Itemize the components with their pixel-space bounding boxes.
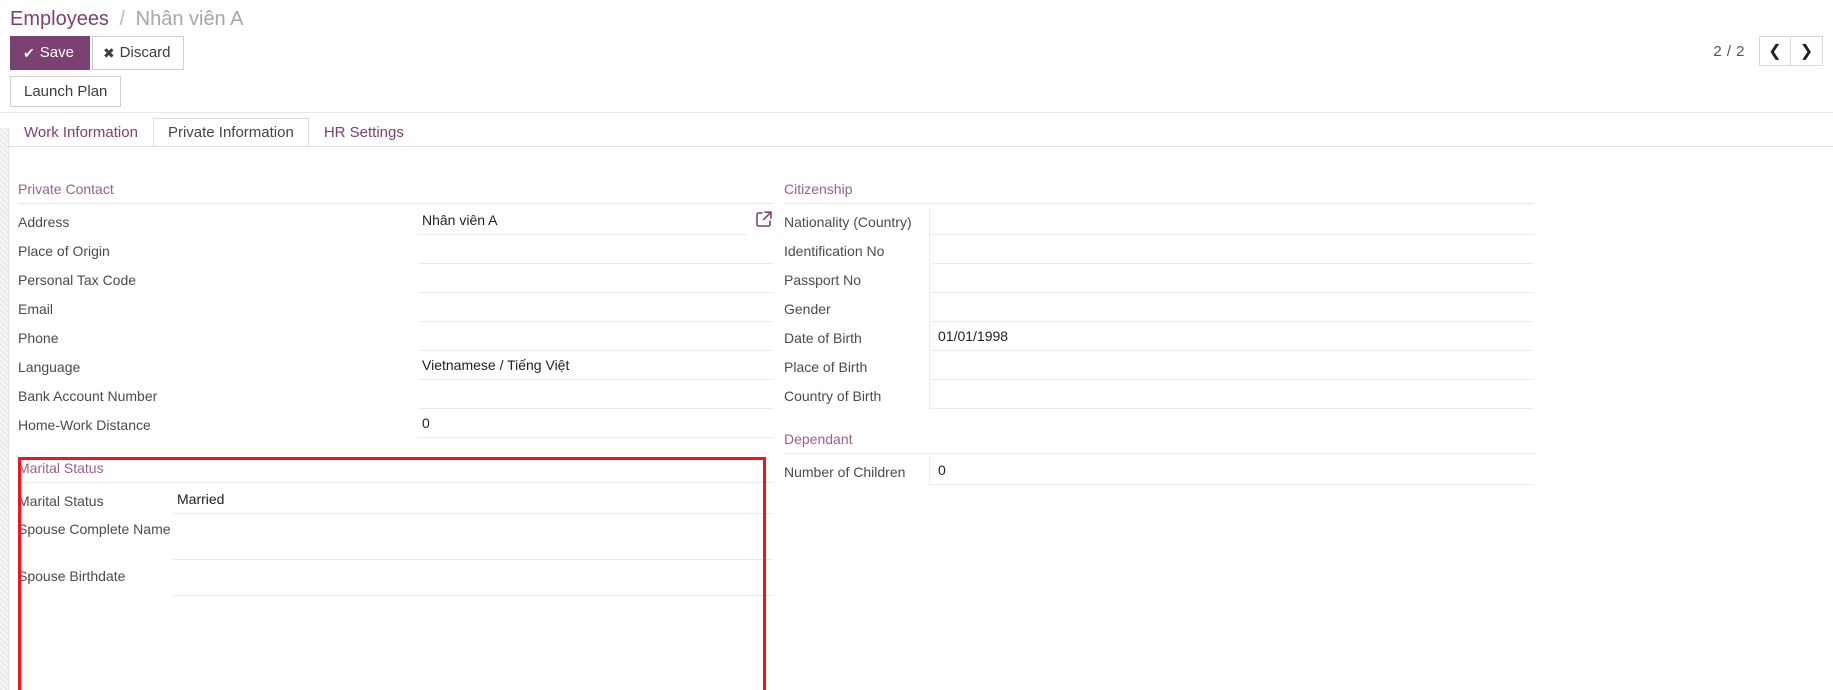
place-of-origin-input[interactable] <box>418 235 773 264</box>
country-of-birth-input[interactable] <box>929 380 1534 409</box>
field-label-spouse-birthdate: Spouse Birthdate <box>18 568 126 584</box>
field-row-personal-tax-code: Personal Tax Code <box>18 264 773 293</box>
field-row-identification-no: Identification No <box>784 235 1534 264</box>
tab-private-information[interactable]: Private Information <box>152 118 309 147</box>
breadcrumb-separator: / <box>119 8 126 30</box>
breadcrumb: Employees / Nhân viên A <box>10 7 243 31</box>
field-row-place-of-birth: Place of Birth <box>784 351 1534 380</box>
field-label-marital-status: Marital Status <box>18 493 104 509</box>
address-input[interactable]: Nhân viên A <box>418 206 747 235</box>
right-column: Citizenship Nationality (Country) Identi… <box>784 181 1534 485</box>
control-bar-divider <box>0 112 1833 113</box>
date-of-birth-input[interactable]: 01/01/1998 <box>929 322 1534 351</box>
number-of-children-input[interactable]: 0 <box>929 456 1534 485</box>
page-gutter-scrollbar[interactable] <box>0 128 9 690</box>
tab-hr-settings[interactable]: HR Settings <box>309 118 419 147</box>
personal-tax-code-input[interactable] <box>418 264 773 293</box>
field-label-place-of-origin: Place of Origin <box>18 243 110 259</box>
discard-button-label: Discard <box>119 44 171 61</box>
record-control-bar: ✔ Save ✖ Discard <box>10 36 184 70</box>
field-label-home-work-distance: Home-Work Distance <box>18 417 151 433</box>
email-input[interactable] <box>418 293 773 322</box>
passport-no-input[interactable] <box>929 264 1534 293</box>
action-button-row: Launch Plan <box>10 76 122 107</box>
field-row-phone: Phone <box>18 322 773 351</box>
home-work-distance-input[interactable]: 0 <box>418 409 773 438</box>
marital-status-select[interactable]: Married <box>173 485 773 514</box>
section-title-citizenship: Citizenship <box>784 181 1534 204</box>
breadcrumb-root-link[interactable]: Employees <box>10 8 109 30</box>
place-of-birth-input[interactable] <box>929 351 1534 380</box>
field-row-date-of-birth: Date of Birth 01/01/1998 <box>784 322 1534 351</box>
breadcrumb-current: Nhân viên A <box>135 8 244 30</box>
spouse-complete-name-input[interactable] <box>173 514 773 560</box>
field-label-passport-no: Passport No <box>784 272 862 288</box>
field-label-date-of-birth: Date of Birth <box>784 330 862 346</box>
nationality-input[interactable] <box>929 206 1534 235</box>
field-label-identification-no: Identification No <box>784 243 885 259</box>
phone-input[interactable] <box>418 322 773 351</box>
chevron-left-icon[interactable]: ❮ <box>1759 36 1791 66</box>
bank-account-number-input[interactable] <box>418 380 773 409</box>
record-pager: 2 / 2 ❮ ❯ <box>1713 36 1823 66</box>
field-row-nationality: Nationality (Country) <box>784 206 1534 235</box>
section-title-private-contact: Private Contact <box>18 181 773 204</box>
left-column: Private Contact Address Nhân viên A Plac… <box>18 181 773 596</box>
discard-button[interactable]: ✖ Discard <box>91 36 184 70</box>
language-select[interactable]: Vietnamese / Tiếng Việt <box>418 351 773 380</box>
chevron-right-icon[interactable]: ❯ <box>1791 36 1823 66</box>
field-label-phone: Phone <box>18 330 59 346</box>
field-label-address: Address <box>18 214 70 230</box>
field-row-home-work-distance: Home-Work Distance 0 <box>18 409 773 438</box>
field-label-gender: Gender <box>784 301 831 317</box>
section-title-marital-status: Marital Status <box>18 460 773 483</box>
employee-form-page: Employees / Nhân viên A ✔ Save ✖ Discard… <box>0 0 1833 690</box>
field-label-email: Email <box>18 301 54 317</box>
field-row-number-of-children: Number of Children 0 <box>784 456 1534 485</box>
pager-count: 2 / 2 <box>1713 42 1745 60</box>
field-row-marital-status: Marital Status Married <box>18 485 773 514</box>
field-label-bank-account-number: Bank Account Number <box>18 388 158 404</box>
save-button[interactable]: ✔ Save <box>10 36 90 70</box>
field-row-address: Address Nhân viên A <box>18 206 773 235</box>
field-row-passport-no: Passport No <box>784 264 1534 293</box>
check-icon: ✔ <box>23 44 35 61</box>
field-label-language: Language <box>18 359 81 375</box>
x-icon: ✖ <box>102 44 115 61</box>
gender-select[interactable] <box>929 293 1534 322</box>
field-label-place-of-birth: Place of Birth <box>784 359 868 375</box>
field-label-spouse-complete-name: Spouse Complete Name <box>18 521 171 537</box>
private-information-pane: Private Contact Address Nhân viên A Plac… <box>9 147 1833 690</box>
field-row-gender: Gender <box>784 293 1534 322</box>
external-link-icon[interactable] <box>755 210 773 228</box>
field-label-number-of-children: Number of Children <box>784 464 906 480</box>
pager-buttons: ❮ ❯ <box>1759 36 1823 66</box>
field-row-spouse-birthdate: Spouse Birthdate <box>18 560 773 596</box>
launch-plan-button[interactable]: Launch Plan <box>10 76 122 107</box>
save-button-label: Save <box>39 44 74 61</box>
section-title-dependant: Dependant <box>784 431 1534 454</box>
field-label-country-of-birth: Country of Birth <box>784 388 882 404</box>
field-label-personal-tax-code: Personal Tax Code <box>18 272 137 288</box>
field-label-nationality: Nationality (Country) <box>784 214 912 230</box>
spouse-birthdate-input[interactable] <box>173 560 773 596</box>
field-row-bank-account-number: Bank Account Number <box>18 380 773 409</box>
field-row-spouse-complete-name: Spouse Complete Name <box>18 514 773 560</box>
field-row-email: Email <box>18 293 773 322</box>
tab-work-information[interactable]: Work Information <box>9 118 153 147</box>
field-row-country-of-birth: Country of Birth <box>784 380 1534 409</box>
field-row-place-of-origin: Place of Origin <box>18 235 773 264</box>
identification-no-input[interactable] <box>929 235 1534 264</box>
form-tabs: Work Information Private Information HR … <box>9 118 1833 147</box>
field-row-language: Language Vietnamese / Tiếng Việt <box>18 351 773 380</box>
